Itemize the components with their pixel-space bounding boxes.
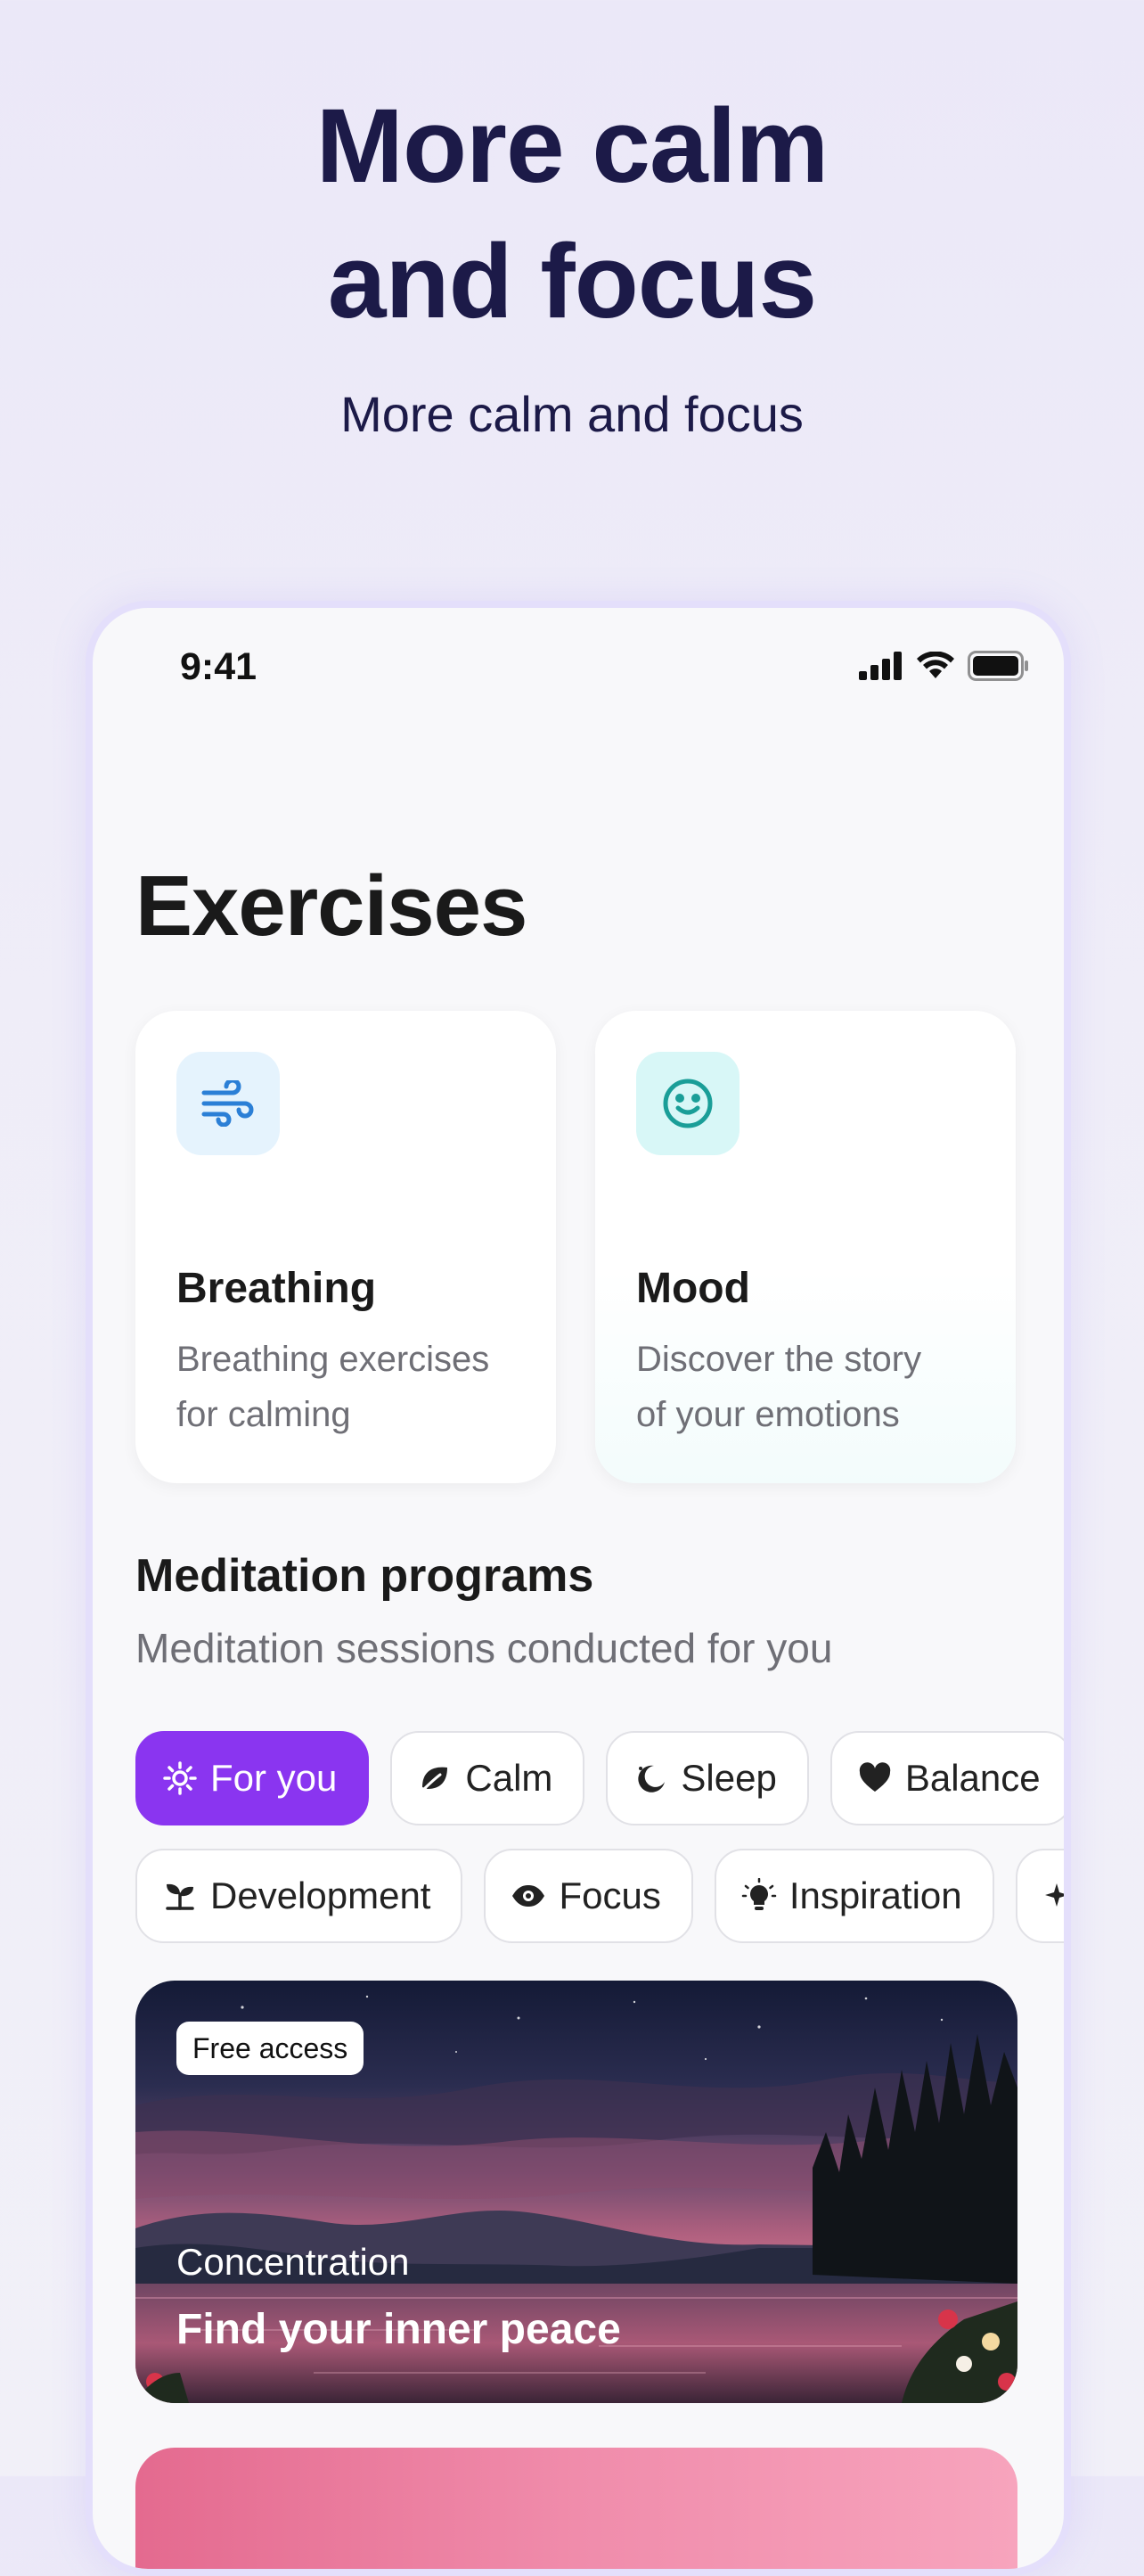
section-title: Meditation programs [135,1550,594,1602]
program-banner[interactable]: Free access Concentration Find your inne… [135,1981,1017,2403]
mood-card-desc-line2: of your emotions [636,1395,900,1434]
heart-icon [859,1762,891,1792]
mood-card-icon-box [636,1052,740,1155]
sprout-icon [166,1883,194,1910]
banner-category: Concentration [176,2241,410,2283]
chip-balance[interactable]: Balance [829,1731,1064,1825]
chip-calm-label: Calm [465,1757,553,1799]
chip-inspiration[interactable]: Inspiration [714,1849,994,1943]
breathing-card-icon-box [176,1052,280,1155]
chip-inspiration-label: Inspiration [789,1875,962,1916]
sun-icon [163,1761,197,1795]
mood-card-title: Mood [636,1265,750,1312]
battery-icon [968,651,1028,681]
breathing-card-description: Breathing exercises for calming [176,1332,533,1442]
smiley-icon [663,1079,713,1128]
status-icons [859,651,1030,681]
mood-card[interactable]: Mood Discover the story of your emotions [595,1011,1016,1483]
category-chips-row-1: For you Calm Sleep Balance [135,1731,1064,1825]
breathing-card-title: Breathing [176,1265,377,1312]
breathing-card-desc-line1: Breathing exercises [176,1340,490,1379]
hero-title-line1: More calm [315,87,829,205]
eye-icon [512,1885,545,1907]
program-banner-2[interactable] [135,2448,1017,2569]
category-chips-row-2: Development Focus Inspiration [135,1849,1064,1943]
page-title: Exercises [135,858,527,954]
cellular-signal-icon [859,652,902,680]
leaf-icon [419,1767,448,1794]
breathing-card[interactable]: Breathing Breathing exercises for calming [135,1011,556,1483]
hero-title-line2: and focus [327,223,817,340]
chip-for-you-label: For you [210,1757,338,1799]
phone-frame: 9:41 Exercises Breathing Breathing exerc… [86,601,1071,2576]
chip-sleep[interactable]: Sleep [606,1731,809,1825]
chip-for-you[interactable]: For you [135,1731,370,1825]
breathing-card-desc-line2: for calming [176,1395,351,1434]
wifi-icon [917,652,954,678]
chip-calm[interactable]: Calm [390,1731,585,1825]
status-time: 9:41 [180,645,257,688]
chip-focus[interactable]: Focus [484,1849,693,1943]
hero-subtitle: More calm and focus [340,386,804,442]
mood-card-description: Discover the story of your emotions [636,1332,993,1442]
chip-development-label: Development [210,1875,431,1916]
hero-title: More calm and focus [0,78,1144,349]
chip-balance-label: Balance [904,1757,1041,1799]
moon-icon [638,1765,666,1793]
chip-development[interactable]: Development [135,1849,463,1943]
free-access-badge: Free access [176,2022,364,2075]
lightbulb-icon [741,1878,777,1910]
wind-icon [201,1080,254,1127]
chip-sleep-label: Sleep [681,1757,777,1799]
chip-more[interactable] [1015,1849,1064,1943]
section-subtitle: Meditation sessions conducted for you [135,1625,833,1671]
banner-title: Find your inner peace [176,2306,621,2353]
sparkle-icon [1044,1883,1064,1907]
chip-focus-label: Focus [559,1875,661,1916]
mood-card-desc-line1: Discover the story [636,1340,922,1379]
